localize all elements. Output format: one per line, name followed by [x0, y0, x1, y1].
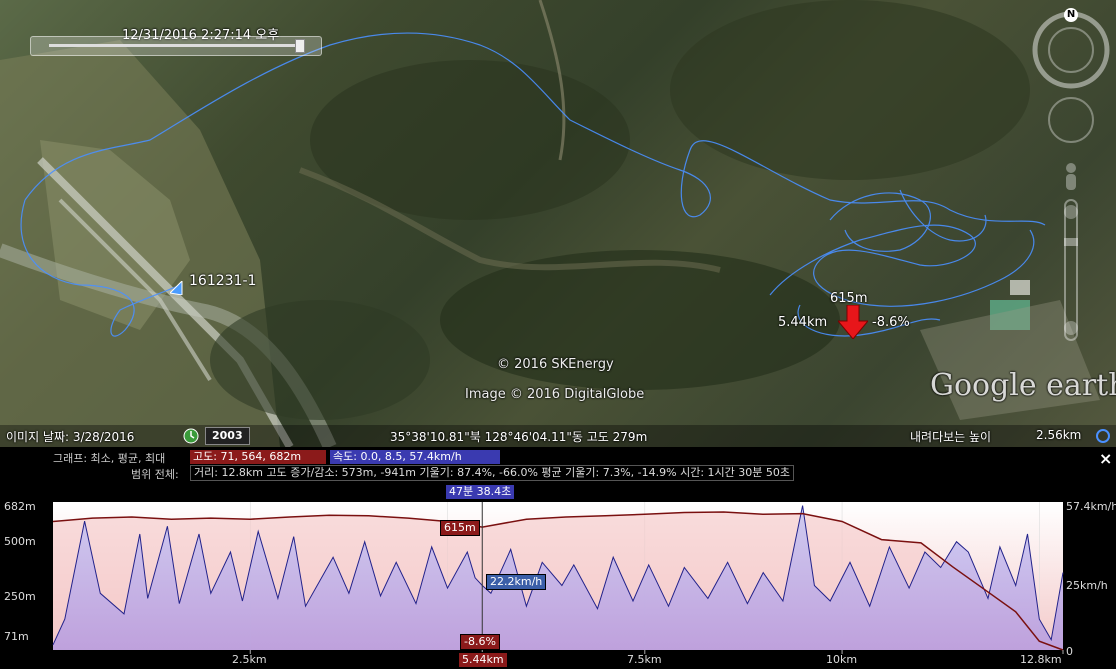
zoom-slider[interactable] [1064, 199, 1078, 341]
google-earth-logo: Google earth [930, 368, 1116, 403]
year-badge[interactable]: 2003 [205, 427, 250, 445]
marker-distance: 5.44km [778, 315, 828, 330]
range-label: 범위 전체: [131, 468, 179, 481]
street-view-pegman-icon[interactable] [1066, 163, 1076, 190]
y-left-tick-3: 71m [4, 630, 29, 643]
graph-label: 그래프: 최소, 평균, 최대 [53, 452, 166, 465]
map-view[interactable]: 12/31/2016 2:27:14 오후 161231-1 615m 5.44… [0, 0, 1116, 447]
time-slider-thumb[interactable] [295, 39, 305, 53]
x-tick-2-5km: 2.5km [232, 653, 267, 666]
cursor-distance-tag: 5.44km [458, 652, 508, 668]
position-arrow-icon [838, 305, 868, 339]
y-right-tick-1: 25km/h [1066, 579, 1108, 592]
track-label[interactable]: 161231-1 [189, 273, 256, 289]
y-right-tick-2: 0 [1066, 645, 1073, 658]
eye-altitude-label: 내려다보는 높이 [910, 430, 992, 444]
historical-imagery-clock-icon[interactable] [183, 428, 199, 444]
elevation-profile-panel: 그래프: 최소, 평균, 최대 고도: 71, 564, 682m 속도: 0.… [0, 447, 1116, 669]
eye-altitude-value: 2.56km [1036, 428, 1082, 442]
x-tick-10km: 10km [826, 653, 858, 666]
cursor-coordinates: 35°38'10.81"북 128°46'04.11"동 고도 279m [390, 430, 648, 444]
compass-ring[interactable] [1032, 11, 1110, 89]
copyright-skenergy: © 2016 SKEnergy [497, 357, 614, 372]
time-slider[interactable] [30, 36, 322, 56]
y-left-tick-2: 250m [4, 590, 36, 603]
look-joystick[interactable] [1048, 27, 1094, 73]
cursor-altitude-tag: 615m [440, 520, 480, 536]
marker-grade: -8.6% [872, 315, 910, 330]
imagery-date: 이미지 날짜: 3/28/2016 [6, 430, 135, 444]
y-left-tick-1: 500m [4, 535, 36, 548]
range-stats: 거리: 12.8km 고도 증가/감소: 573m, -941m 기울기: 87… [190, 465, 794, 481]
track-start-icon[interactable] [170, 281, 184, 295]
x-tick-7-5km: 7.5km [627, 653, 662, 666]
x-tick-12-8km: 12.8km [1020, 653, 1062, 666]
cursor-time-tag: 47분 38.4초 [445, 484, 516, 500]
navigation-controls: N [1026, 0, 1116, 360]
status-bar: 이미지 날짜: 3/28/2016 2003 35°38'10.81"북 128… [0, 425, 1116, 447]
marker-altitude: 615m [830, 291, 868, 306]
close-profile-button[interactable]: × [1099, 449, 1112, 468]
cursor-grade-tag: -8.6% [460, 634, 500, 650]
altitude-legend-box[interactable]: 고도: 71, 564, 682m [190, 450, 326, 464]
cursor-speed-tag: 22.2km/h [486, 574, 547, 590]
streaming-indicator-icon [1096, 429, 1110, 443]
copyright-digitalglobe: Image © 2016 DigitalGlobe [465, 387, 645, 402]
y-left-tick-0: 682m [4, 500, 36, 513]
time-slider-track[interactable] [49, 44, 299, 47]
move-joystick[interactable] [1048, 97, 1094, 143]
y-right-tick-0: 57.4km/h [1066, 500, 1116, 513]
compass-north-button[interactable]: N [1064, 8, 1078, 22]
speed-legend-box[interactable]: 속도: 0.0, 8.5, 57.4km/h [330, 450, 500, 464]
profile-chart[interactable] [0, 500, 1116, 669]
